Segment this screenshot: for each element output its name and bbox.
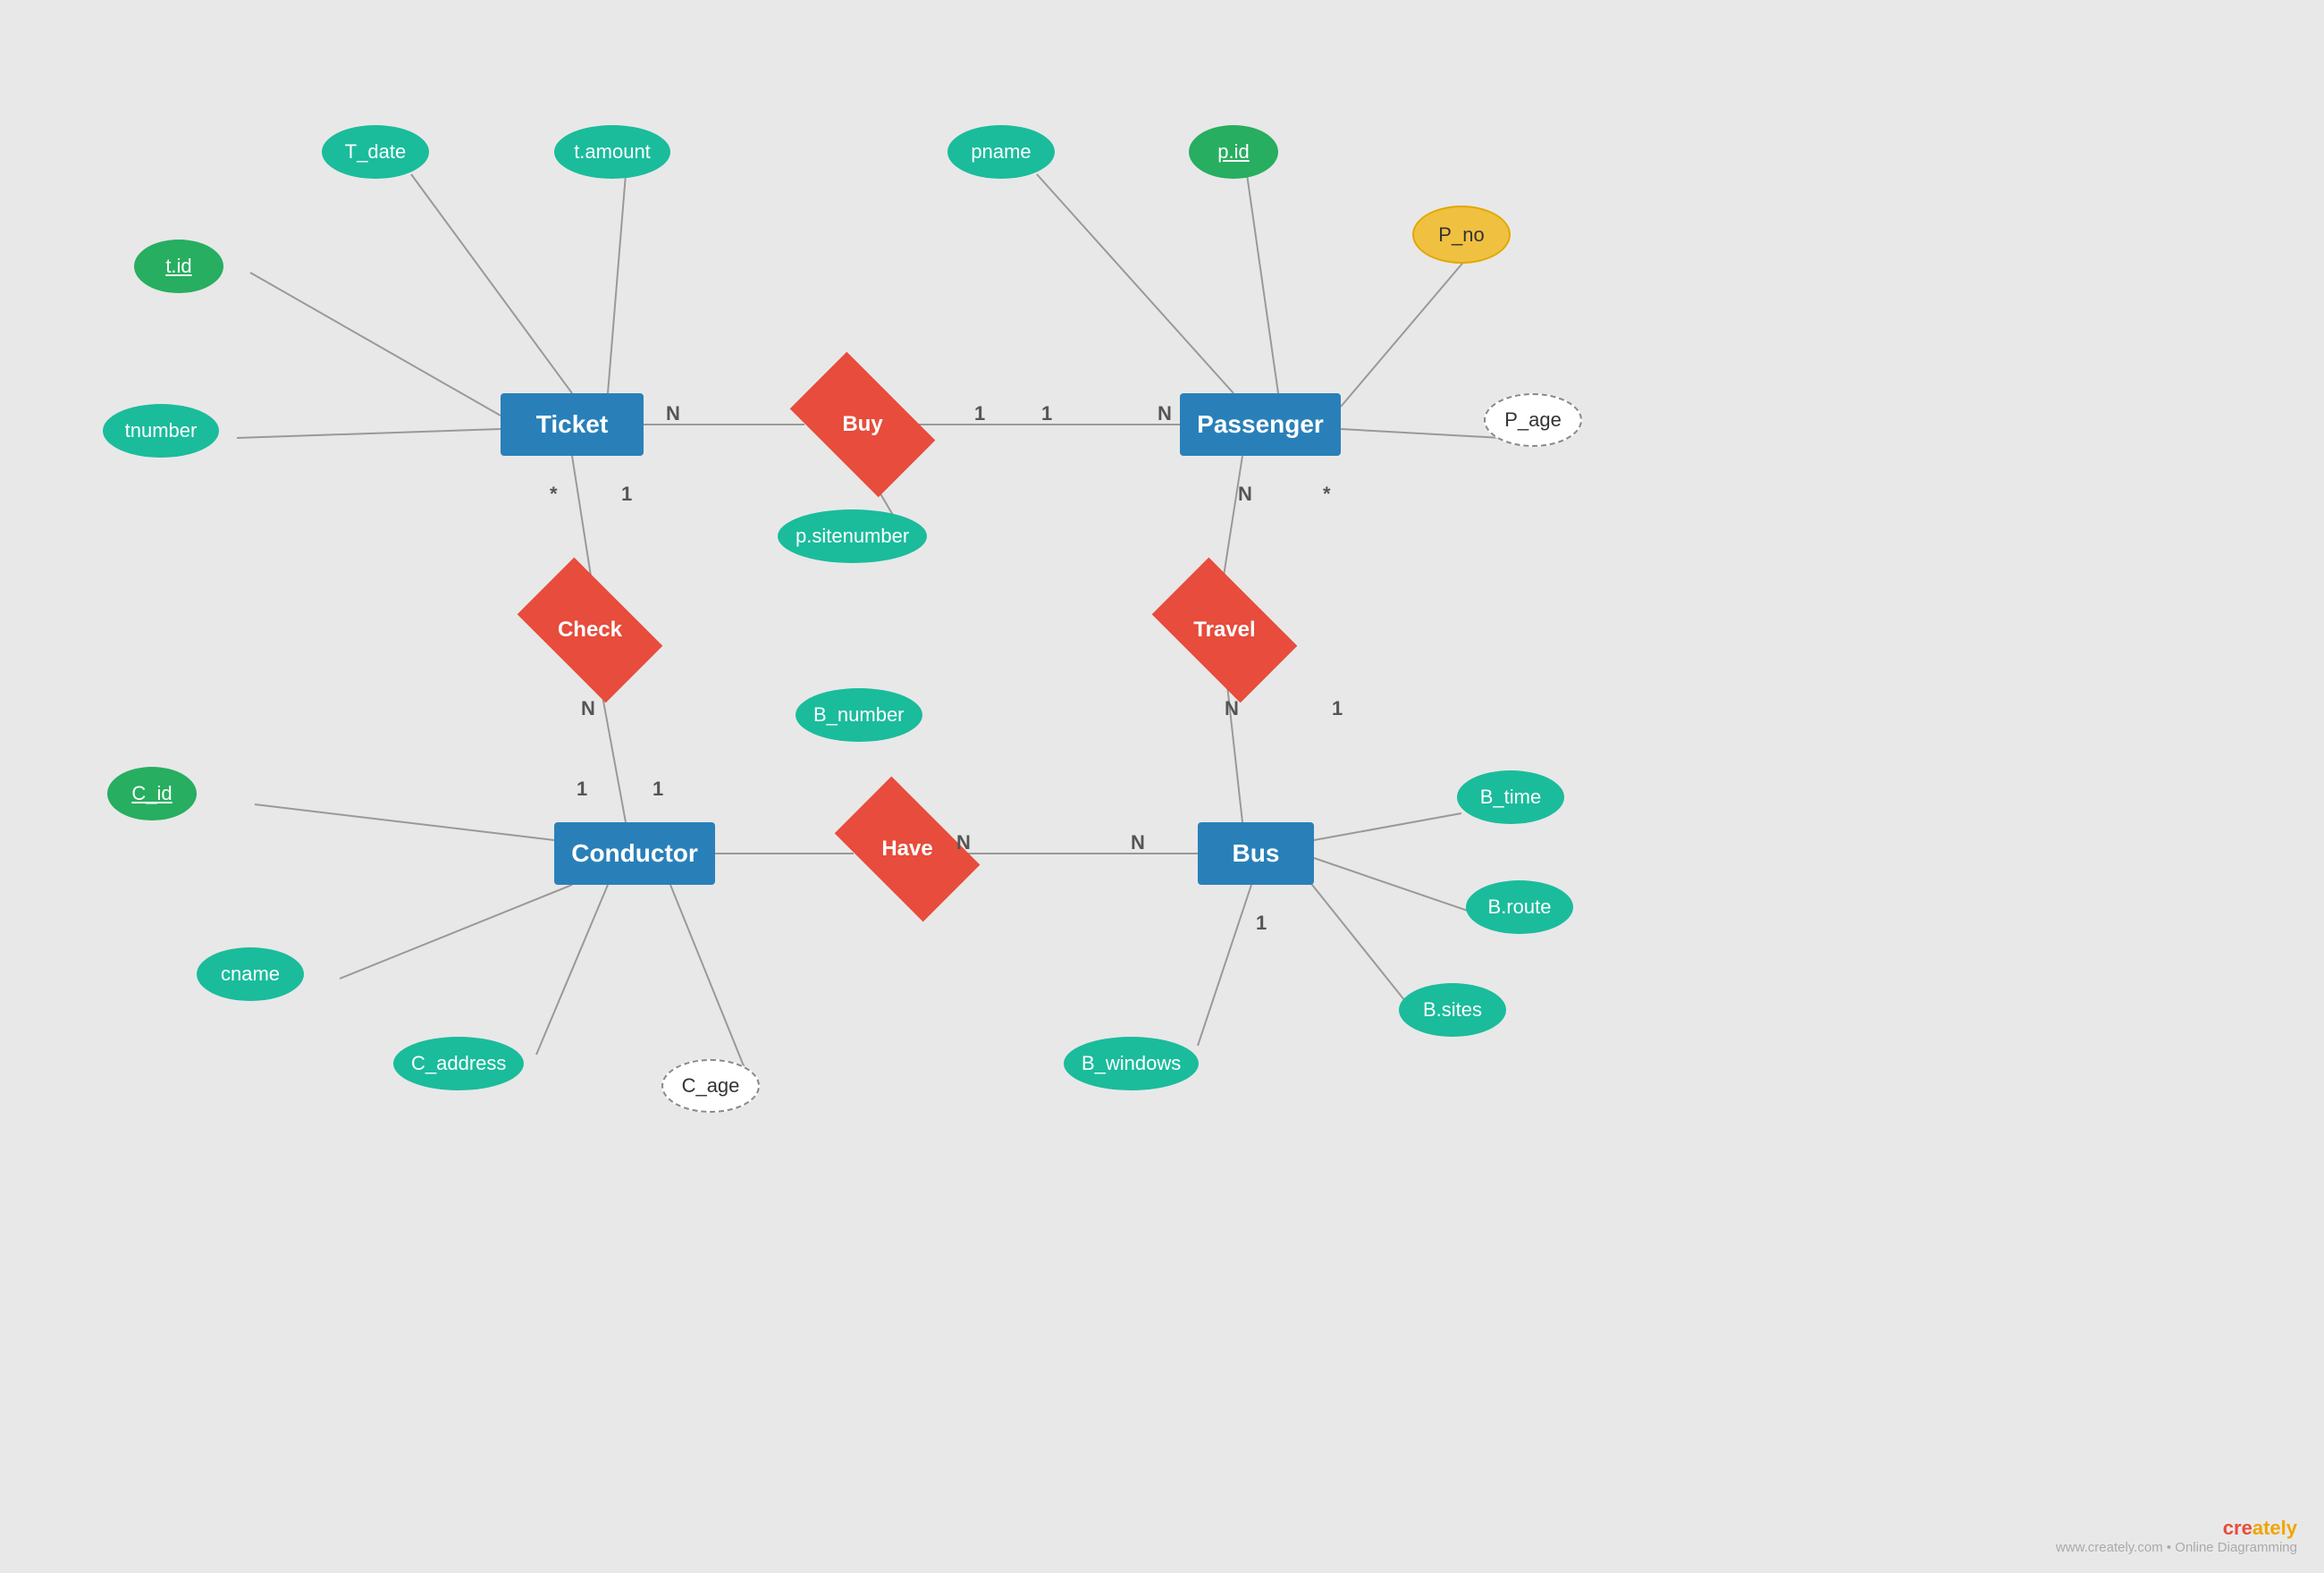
attribute-t-id[interactable]: t.id — [134, 240, 223, 293]
attribute-tnumber[interactable]: tnumber — [103, 404, 219, 458]
attribute-c-address[interactable]: C_address — [393, 1037, 524, 1090]
multiplicity-passenger-travel-star: * — [1323, 483, 1331, 506]
relationship-travel[interactable]: Travel — [1162, 590, 1287, 670]
multiplicity-buy-passenger-n: N — [1158, 402, 1172, 425]
attribute-c-age[interactable]: C_age — [661, 1059, 760, 1113]
attribute-b-windows[interactable]: B_windows — [1064, 1037, 1199, 1090]
attribute-b-number[interactable]: B_number — [796, 688, 922, 742]
attribute-p-id[interactable]: p.id — [1189, 125, 1278, 179]
relationship-check[interactable]: Check — [527, 590, 653, 670]
diagram-container: Ticket Passenger Conductor Bus Buy Check… — [0, 0, 2324, 1573]
attribute-t-amount[interactable]: t.amount — [554, 125, 670, 179]
multiplicity-have-bus-n: N — [1131, 831, 1145, 854]
multiplicity-travel-bus-1: 1 — [1332, 697, 1343, 720]
attribute-p-sitenumber[interactable]: p.sitenumber — [778, 509, 927, 563]
multiplicity-ticket-check-star: * — [550, 483, 558, 506]
relationship-buy[interactable]: Buy — [800, 384, 925, 465]
multiplicity-ticket-buy-n: N — [666, 402, 680, 425]
watermark: creately www.creately.com • Online Diagr… — [2056, 1517, 2297, 1555]
attribute-b-time[interactable]: B_time — [1457, 770, 1564, 824]
multiplicity-check-conductor-1a: 1 — [577, 778, 587, 801]
multiplicity-ticket-check-1: 1 — [621, 483, 632, 506]
entity-passenger[interactable]: Passenger — [1180, 393, 1341, 456]
attribute-cname[interactable]: cname — [197, 947, 304, 1001]
relationship-have[interactable]: Have — [845, 809, 970, 889]
multiplicity-conductor-have-n: N — [956, 831, 971, 854]
multiplicity-passenger-travel-n: N — [1238, 483, 1252, 506]
attribute-p-no[interactable]: P_no — [1412, 206, 1511, 264]
attribute-b-route[interactable]: B.route — [1466, 880, 1573, 934]
multiplicity-buy-passenger-1: 1 — [1041, 402, 1052, 425]
attribute-t-date[interactable]: T_date — [322, 125, 429, 179]
attribute-c-id[interactable]: C_id — [107, 767, 197, 820]
multiplicity-bus-bottom-1: 1 — [1256, 912, 1267, 935]
entity-conductor[interactable]: Conductor — [554, 822, 715, 885]
multiplicity-check-conductor-1b: 1 — [653, 778, 663, 801]
multiplicity-ticket-buy-1: 1 — [974, 402, 985, 425]
multiplicity-travel-bus-n: N — [1225, 697, 1239, 720]
attribute-pname[interactable]: pname — [947, 125, 1055, 179]
attribute-p-age[interactable]: P_age — [1484, 393, 1582, 447]
entity-bus[interactable]: Bus — [1198, 822, 1314, 885]
er-diagram-lines — [0, 0, 2324, 1573]
attribute-b-sites[interactable]: B.sites — [1399, 983, 1506, 1037]
entity-ticket[interactable]: Ticket — [501, 393, 644, 456]
multiplicity-check-conductor-n: N — [581, 697, 595, 720]
